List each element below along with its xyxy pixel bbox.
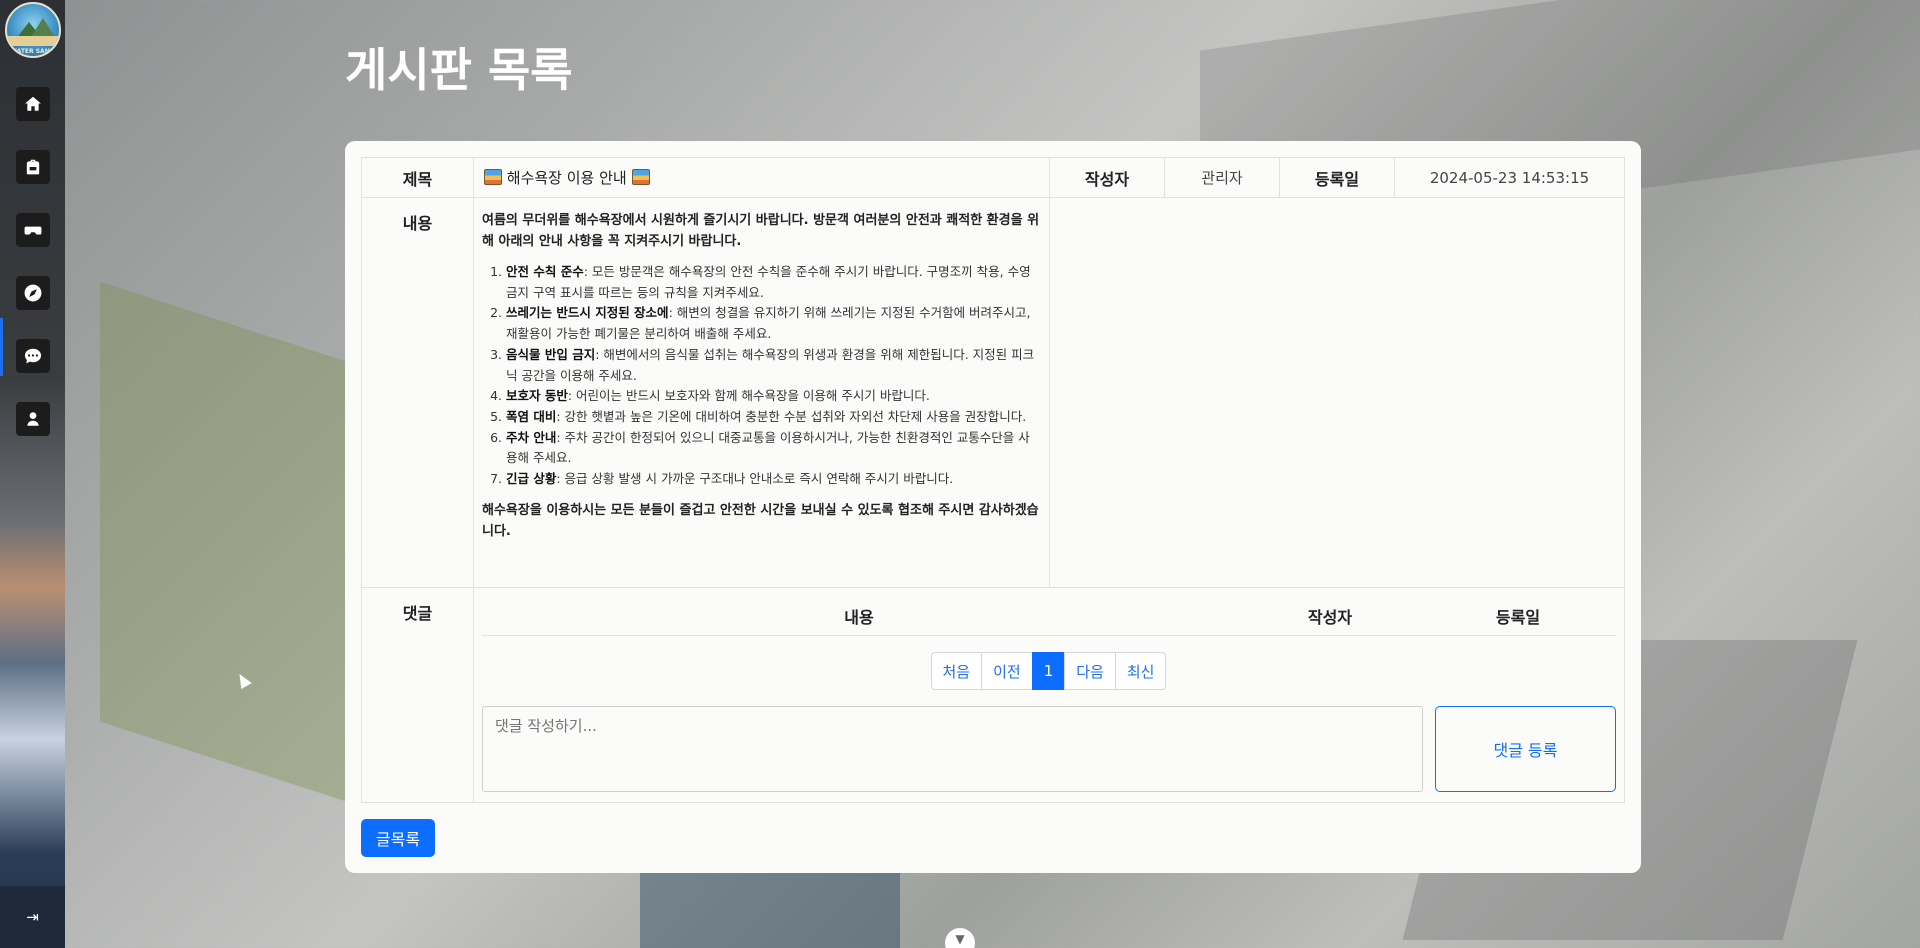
post-content: 여름의 무더위를 해수욕장에서 시원하게 즐기시기 바랍니다. 방문객 여러분의… — [473, 197, 1050, 588]
content-outro: 해수욕장을 이용하시는 모든 분들이 즐겁고 안전한 시간을 보내실 수 있도록… — [482, 502, 1039, 539]
comments-col-author: 작성자 — [1307, 607, 1353, 627]
date-label: 등록일 — [1279, 157, 1395, 198]
compass-icon — [24, 284, 41, 302]
post-card: 제목 해수욕장 이용 안내 작성자 관리자 등록일 2024-05-23 14:… — [345, 141, 1641, 873]
page-button[interactable]: 최신 — [1114, 652, 1167, 690]
rule-item: 보호자 동반: 어린이는 반드시 보호자와 함께 해수욕장을 이용해 주시기 바… — [506, 386, 1041, 407]
content-blank-area — [1049, 197, 1625, 588]
comments-header: 내용 작성자 등록일 — [482, 596, 1616, 636]
scroll-down-button[interactable]: ▼ — [945, 928, 975, 948]
nav-compass-button[interactable] — [15, 276, 50, 310]
chevron-down-icon: ▼ — [955, 932, 965, 946]
page-button[interactable]: 이전 — [981, 652, 1033, 690]
user-icon — [26, 412, 39, 426]
rule-item: 폭염 대비: 강한 햇볕과 높은 기온에 대비하여 충분한 수분 섭취와 자외선… — [506, 407, 1041, 428]
rule-heading: 주차 안내 — [506, 429, 557, 445]
site-logo[interactable]: WATER SAND — [4, 2, 61, 58]
nav-vr-button[interactable] — [15, 213, 50, 247]
comment-input[interactable] — [482, 706, 1423, 792]
sidebar-collapse-button[interactable]: ⇥ — [0, 886, 65, 948]
home-icon — [24, 96, 41, 111]
comments-section: 내용 작성자 등록일 처음이전1다음최신 댓글 등록 — [473, 587, 1625, 803]
active-nav-indicator — [0, 318, 3, 376]
comments-col-content: 내용 — [844, 607, 874, 627]
rule-heading: 폭염 대비 — [506, 408, 557, 424]
rule-item: 안전 수칙 준수: 모든 방문객은 해수욕장의 안전 수칙을 준수해 주시기 바… — [506, 262, 1041, 303]
rule-item: 긴급 상황: 응급 상황 발생 시 가까운 구조대나 안내소로 즉시 연락해 주… — [506, 469, 1041, 490]
rule-heading: 음식물 반입 금지 — [506, 346, 596, 362]
rule-heading: 쓰레기는 반드시 지정된 장소에 — [506, 305, 669, 321]
rule-item: 음식물 반입 금지: 해변에서의 음식물 섭취는 해수욕장의 위생과 환경을 위… — [506, 345, 1041, 386]
nav-backpack-button[interactable] — [15, 150, 50, 184]
rule-text: : 모든 방문객은 해수욕장의 안전 수칙을 준수해 주시기 바랍니다. 구명조… — [506, 264, 1031, 300]
comments-col-date: 등록일 — [1495, 607, 1541, 627]
rule-item: 주차 안내: 주차 공간이 한정되어 있으니 대중교통을 이용하시거나, 가능한… — [506, 428, 1041, 469]
post-author: 관리자 — [1164, 157, 1280, 198]
rule-text: : 응급 상황 발생 시 가까운 구조대나 안내소로 즉시 연락해 주시기 바랍… — [556, 471, 954, 487]
comment-submit-button[interactable]: 댓글 등록 — [1435, 706, 1616, 792]
rule-text: : 주차 공간이 한정되어 있으니 대중교통을 이용하시거나, 가능한 친환경적… — [506, 429, 1030, 466]
pagination: 처음 이전 1 다음 최신 — [482, 652, 1616, 690]
post-table: 제목 해수욕장 이용 안내 작성자 관리자 등록일 2024-05-23 14:… — [361, 157, 1625, 803]
beach-emoji-icon — [484, 169, 502, 185]
author-label: 작성자 — [1049, 157, 1165, 198]
background-shape — [640, 860, 900, 948]
rule-text: : 강한 햇볕과 높은 기온에 대비하여 충분한 수분 섭취와 자외선 차단제 … — [556, 408, 1027, 424]
sidebar: WATER SAND ⇥ — [0, 0, 65, 948]
backpack-icon — [26, 159, 39, 175]
nav-user-button[interactable] — [15, 402, 50, 436]
page-button[interactable]: 처음 — [930, 652, 983, 690]
page-button[interactable]: 1 — [1031, 652, 1066, 690]
back-to-list-button[interactable]: 글목록 — [361, 819, 435, 857]
rules-list: 안전 수칙 준수: 모든 방문객은 해수욕장의 안전 수칙을 준수해 주시기 바… — [506, 262, 1041, 490]
post-date: 2024-05-23 14:53:15 — [1394, 157, 1625, 198]
content-label: 내용 — [361, 197, 474, 588]
rule-heading: 긴급 상황 — [506, 471, 557, 487]
post-title: 해수욕장 이용 안내 — [506, 169, 627, 187]
rule-item: 쓰레기는 반드시 지정된 장소에: 해변의 청결을 유지하기 위해 쓰레기는 지… — [506, 303, 1041, 344]
rule-heading: 보호자 동반 — [506, 388, 568, 404]
collapse-icon: ⇥ — [26, 908, 39, 926]
page-title: 게시판 목록 — [345, 43, 573, 97]
nav-home-button[interactable] — [15, 87, 50, 121]
chat-icon — [24, 348, 41, 364]
page-button[interactable]: 다음 — [1064, 652, 1116, 690]
vr-headset-icon — [24, 226, 41, 235]
rule-text: : 어린이는 반드시 보호자와 함께 해수욕장을 이용해 주시기 바랍니다. — [567, 388, 930, 404]
beach-emoji-icon — [631, 169, 650, 185]
rule-heading: 안전 수칙 준수 — [506, 264, 584, 279]
title-label: 제목 — [361, 157, 474, 198]
comment-form: 댓글 등록 — [482, 706, 1616, 792]
post-title-cell: 해수욕장 이용 안내 — [473, 157, 1050, 198]
content-intro: 여름의 무더위를 해수욕장에서 시원하게 즐기시기 바랍니다. 방문객 여러분의… — [482, 213, 1040, 249]
comments-label: 댓글 — [361, 587, 474, 803]
nav-board-button[interactable] — [15, 339, 50, 373]
